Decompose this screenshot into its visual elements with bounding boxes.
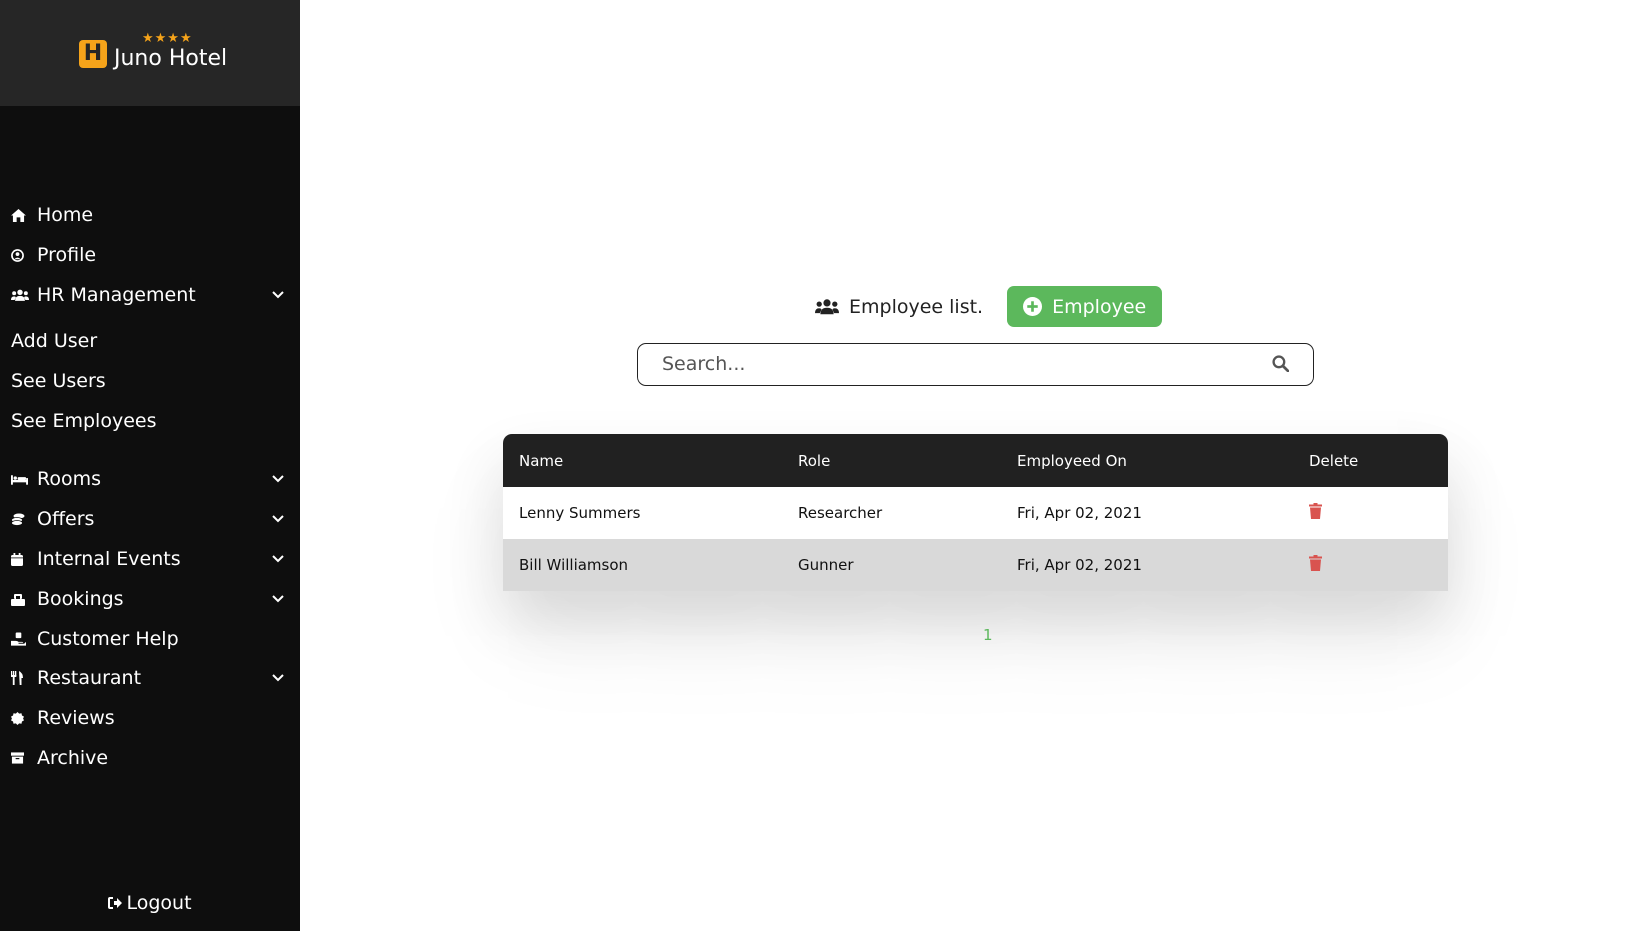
chevron-down-icon[interactable] bbox=[268, 555, 284, 563]
sidebar-item-label: Internal Events bbox=[37, 548, 181, 570]
sidebar-item-label: Archive bbox=[37, 747, 109, 769]
chevron-down-icon[interactable] bbox=[268, 595, 284, 603]
home-icon bbox=[11, 208, 31, 222]
sidebar-item-label: Customer Help bbox=[37, 628, 179, 650]
calendar-icon bbox=[11, 552, 31, 566]
chevron-down-icon[interactable] bbox=[268, 291, 284, 299]
sign-out-icon bbox=[108, 897, 123, 909]
employee-table-container: Name Role Employeed On Delete Lenny Summ… bbox=[503, 434, 1448, 591]
table-row: Lenny Summers Researcher Fri, Apr 02, 20… bbox=[503, 487, 1448, 539]
brand-name: Juno Hotel bbox=[114, 46, 228, 71]
employee-name: Lenny Summers bbox=[519, 504, 641, 522]
table-header-row: Name Role Employeed On Delete bbox=[503, 434, 1448, 487]
sidebar-item-bookings[interactable]: Bookings bbox=[11, 584, 284, 614]
sidebar-item-label: Profile bbox=[37, 244, 97, 266]
logout-button[interactable]: Logout bbox=[0, 888, 300, 918]
brand-header[interactable]: ★★★★ H Juno Hotel bbox=[0, 0, 300, 106]
luggage-icon bbox=[11, 593, 31, 606]
employee-table: Name Role Employeed On Delete Lenny Summ… bbox=[503, 434, 1448, 591]
search-icon[interactable] bbox=[1272, 355, 1289, 372]
submenu-item-see-users[interactable]: See Users bbox=[11, 367, 106, 395]
trash-icon[interactable] bbox=[1309, 555, 1322, 571]
delete-cell bbox=[1293, 539, 1448, 591]
logout-label: Logout bbox=[126, 892, 192, 914]
archive-icon bbox=[11, 752, 31, 764]
sidebar-item-offers[interactable]: Offers bbox=[11, 504, 284, 534]
sidebar-item-restaurant[interactable]: Restaurant bbox=[11, 663, 284, 693]
table-row: Bill Williamson Gunner Fri, Apr 02, 2021 bbox=[503, 539, 1448, 591]
add-employee-label: Employee bbox=[1052, 295, 1147, 318]
column-header-role: Role bbox=[798, 451, 831, 470]
sidebar-item-label: Offers bbox=[37, 508, 95, 530]
employee-date: Fri, Apr 02, 2021 bbox=[1017, 556, 1142, 574]
chevron-down-icon[interactable] bbox=[268, 674, 284, 682]
sidebar-item-customer-help[interactable]: Customer Help bbox=[11, 624, 284, 654]
sidebar-item-label: Restaurant bbox=[37, 667, 142, 689]
sidebar-item-hr-management[interactable]: HR Management bbox=[11, 280, 284, 310]
sidebar-item-label: Bookings bbox=[37, 588, 124, 610]
users-icon bbox=[815, 298, 839, 315]
bed-icon bbox=[11, 474, 31, 485]
submenu-item-see-employees[interactable]: See Employees bbox=[11, 407, 156, 435]
chevron-down-icon[interactable] bbox=[268, 475, 284, 483]
sidebar-item-reviews[interactable]: Reviews bbox=[11, 703, 284, 733]
page-title: Employee list. bbox=[849, 295, 984, 318]
utensils-icon bbox=[11, 671, 31, 685]
sidebar-item-label: HR Management bbox=[37, 284, 196, 306]
employee-role: Gunner bbox=[798, 556, 854, 574]
search-input[interactable] bbox=[662, 344, 1242, 384]
sidebar-item-profile[interactable]: Profile bbox=[11, 240, 284, 270]
badge-icon bbox=[11, 711, 31, 725]
sidebar-item-internal-events[interactable]: Internal Events bbox=[11, 544, 284, 574]
plus-circle-icon bbox=[1023, 297, 1043, 316]
column-header-name: Name bbox=[519, 451, 564, 470]
brand-stars: ★★★★ bbox=[142, 31, 193, 46]
trash-icon[interactable] bbox=[1309, 503, 1322, 519]
search-box bbox=[637, 343, 1314, 386]
sidebar: ★★★★ H Juno Hotel Home Profile HR Manage… bbox=[0, 0, 300, 931]
main-content: Employee list. Employee Name Role Employ… bbox=[300, 0, 1651, 931]
delete-cell bbox=[1293, 487, 1448, 539]
sidebar-item-home[interactable]: Home bbox=[11, 200, 284, 230]
pagination-page-1[interactable]: 1 bbox=[983, 626, 993, 644]
column-header-employed-on: Employeed On bbox=[1017, 451, 1127, 470]
user-circle-icon bbox=[11, 248, 31, 262]
users-icon bbox=[11, 289, 31, 301]
sidebar-item-label: Reviews bbox=[37, 707, 115, 729]
column-header-delete: Delete bbox=[1309, 451, 1359, 470]
submenu-item-add-user[interactable]: Add User bbox=[11, 327, 97, 355]
coins-icon bbox=[11, 513, 31, 526]
sidebar-item-label: Home bbox=[37, 204, 94, 226]
employee-role: Researcher bbox=[798, 504, 883, 522]
add-employee-button[interactable]: Employee bbox=[1007, 286, 1163, 327]
hotel-logo-icon: H bbox=[79, 40, 107, 68]
hand-holding-icon bbox=[11, 632, 31, 646]
employee-list-header: Employee list. Employee bbox=[815, 286, 1163, 327]
sidebar-item-label: Rooms bbox=[37, 468, 102, 490]
employee-name: Bill Williamson bbox=[519, 556, 629, 574]
employee-date: Fri, Apr 02, 2021 bbox=[1017, 504, 1142, 522]
sidebar-item-rooms[interactable]: Rooms bbox=[11, 464, 284, 494]
chevron-down-icon[interactable] bbox=[268, 515, 284, 523]
sidebar-item-archive[interactable]: Archive bbox=[11, 743, 284, 773]
